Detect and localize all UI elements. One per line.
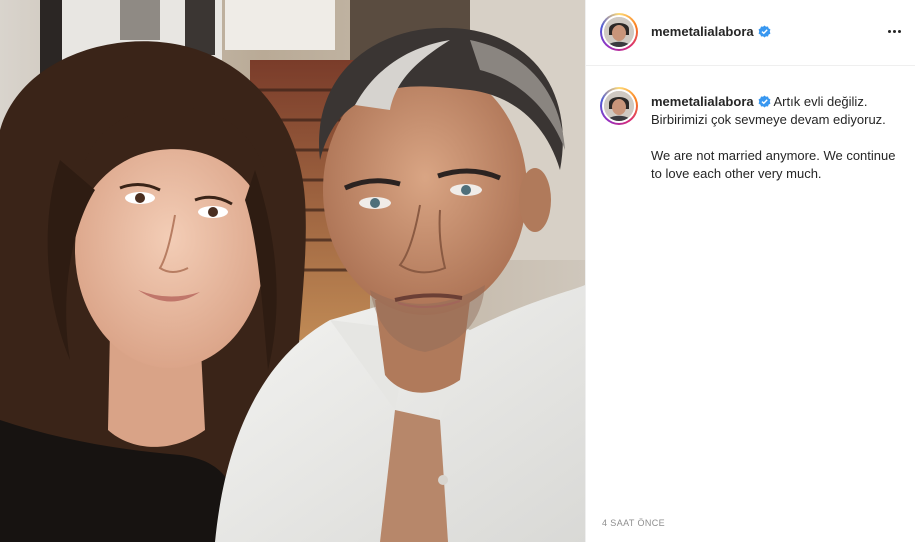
post-timestamp[interactable]: 4 saat önce	[602, 518, 665, 528]
verified-badge-icon	[758, 25, 771, 38]
post-sidebar: memetalialabora memetalialabora Artık ev…	[585, 0, 915, 542]
instagram-post: memetalialabora memetalialabora Artık ev…	[0, 0, 915, 542]
caption-username[interactable]: memetalialabora	[651, 94, 754, 109]
more-options-button[interactable]	[883, 20, 905, 42]
author-avatar[interactable]	[600, 13, 638, 51]
selfie-photo-illustration	[0, 0, 585, 542]
avatar-photo	[604, 17, 634, 47]
caption-text: memetalialabora Artık evli değiliz. Birb…	[651, 93, 899, 183]
verified-badge-icon	[758, 95, 771, 108]
author-username-text[interactable]: memetalialabora	[651, 24, 754, 39]
post-header: memetalialabora	[586, 0, 915, 66]
more-horizontal-icon-dot	[887, 30, 891, 33]
caption-author-avatar[interactable]	[600, 87, 638, 125]
author-username[interactable]: memetalialabora	[651, 24, 771, 39]
caption-line-english: We are not married anymore. We continue …	[651, 148, 896, 181]
post-photo[interactable]	[0, 0, 585, 542]
avatar-face-icon	[604, 17, 634, 47]
caption-avatar-photo	[604, 91, 634, 121]
avatar-face-icon	[604, 91, 634, 121]
